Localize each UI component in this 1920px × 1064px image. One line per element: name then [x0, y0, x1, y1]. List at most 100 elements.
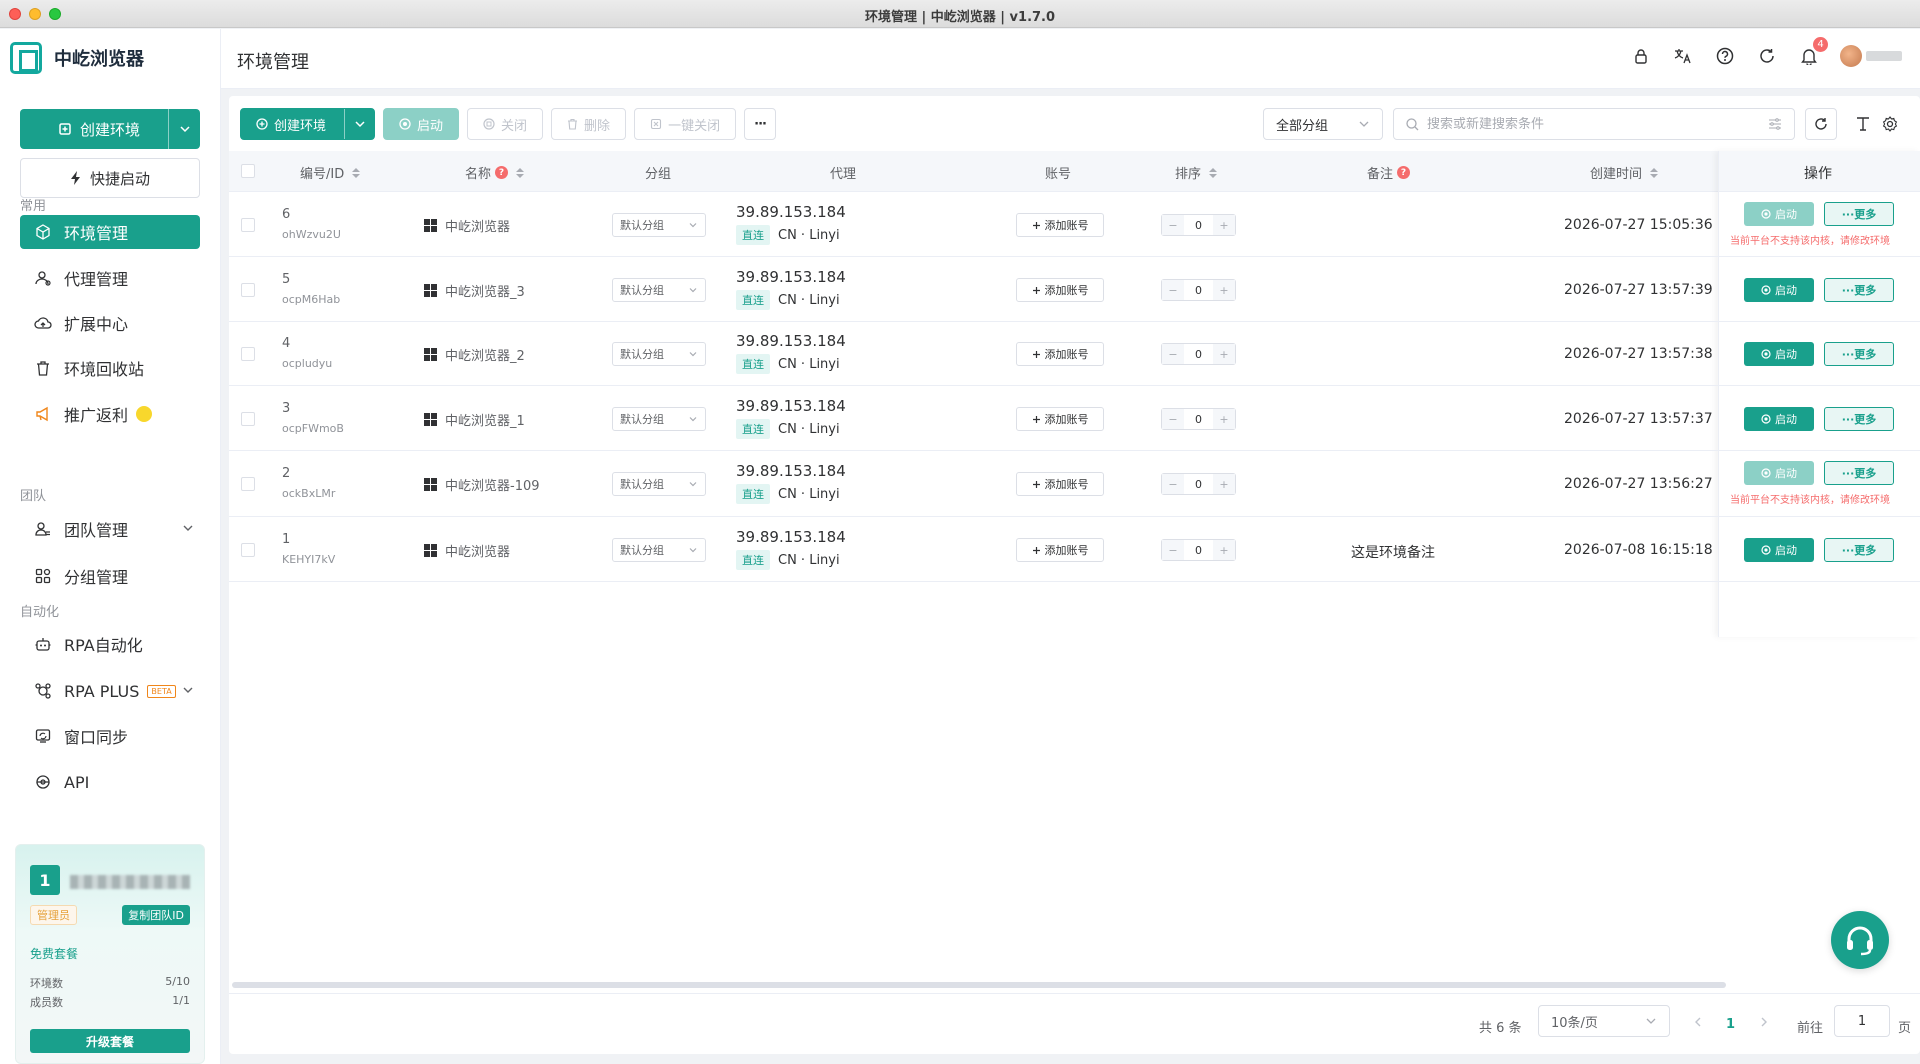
start-env-button[interactable]: 启动 [1744, 538, 1814, 562]
goto-page-input[interactable] [1834, 1005, 1890, 1037]
table-row[interactable]: 2 ockBxLMr 中屹浏览器-109 默认分组 39.89.153.184 直连 CN … [229, 451, 1920, 517]
language-button[interactable] [1672, 45, 1694, 67]
help-button[interactable] [1714, 45, 1736, 67]
env-name-cell[interactable]: 中屹浏览器 [424, 541, 510, 560]
more-actions-button[interactable]: ···更多 [1824, 538, 1894, 562]
toolbar-more-button[interactable]: ··· [744, 108, 777, 140]
order-stepper[interactable]: −0 + [1161, 473, 1236, 495]
row-checkbox[interactable] [241, 412, 255, 426]
more-actions-button[interactable]: ···更多 [1824, 202, 1894, 226]
add-account-button[interactable]: 添加账号 [1016, 538, 1104, 562]
group-select[interactable]: 默认分组 [612, 342, 706, 366]
add-account-button[interactable]: 添加账号 [1016, 278, 1104, 302]
header-id[interactable]: 编号/ID [300, 163, 361, 182]
row-checkbox[interactable] [241, 543, 255, 557]
more-actions-button[interactable]: ···更多 [1824, 407, 1894, 431]
decrement-button[interactable]: − [1162, 474, 1184, 494]
decrement-button[interactable]: − [1162, 215, 1184, 235]
search-box[interactable] [1393, 108, 1795, 140]
upgrade-plan-button[interactable]: 升级套餐 [30, 1029, 190, 1053]
select-all-checkbox[interactable] [241, 164, 255, 178]
increment-button[interactable]: + [1213, 409, 1235, 429]
order-stepper[interactable]: −0 + [1161, 539, 1236, 561]
table-row[interactable]: 5 ocpM6Hab 中屹浏览器_3 默认分组 39.89.153.184 直连 CN · … [229, 257, 1920, 322]
order-value[interactable]: 0 [1184, 344, 1213, 364]
sidebar-item-rpa-plus[interactable]: RPA PLUS BETA [20, 674, 200, 708]
order-value[interactable]: 0 [1184, 540, 1213, 560]
env-name-cell[interactable]: 中屹浏览器 [424, 216, 510, 235]
user-menu[interactable] [1840, 45, 1902, 67]
sidebar-item-group[interactable]: 分组管理 [20, 559, 200, 593]
increment-button[interactable]: + [1213, 215, 1235, 235]
group-select[interactable]: 默认分组 [612, 472, 706, 496]
next-page-button[interactable] [1759, 1016, 1769, 1032]
decrement-button[interactable]: − [1162, 344, 1184, 364]
sidebar-item-window-sync[interactable]: 窗口同步 [20, 719, 200, 753]
create-env-button[interactable]: 创建环境 [240, 108, 376, 140]
table-row[interactable]: 3 ocpFWmoB 中屹浏览器_1 默认分组 39.89.153.184 直连 CN · … [229, 386, 1920, 451]
group-select[interactable]: 默认分组 [612, 213, 706, 237]
decrement-button[interactable]: − [1162, 540, 1184, 560]
row-checkbox[interactable] [241, 477, 255, 491]
help-icon[interactable]: ? [1397, 166, 1411, 179]
order-stepper[interactable]: −0 + [1161, 279, 1236, 301]
filter-settings-icon[interactable] [1768, 118, 1782, 130]
increment-button[interactable]: + [1213, 280, 1235, 300]
add-account-button[interactable]: 添加账号 [1016, 407, 1104, 431]
sidebar-item-api[interactable]: API [20, 765, 200, 799]
order-stepper[interactable]: −0 + [1161, 408, 1236, 430]
help-icon[interactable]: ? [495, 166, 509, 179]
search-input[interactable] [1427, 116, 1760, 132]
quick-start-button[interactable]: 快捷启动 [20, 158, 200, 198]
horizontal-scrollbar[interactable] [232, 982, 1726, 988]
header-order[interactable]: 排序 [1175, 163, 1218, 182]
add-account-button[interactable]: 添加账号 [1016, 472, 1104, 496]
column-settings-button[interactable] [1880, 114, 1900, 134]
sidebar-item-rpa[interactable]: RPA自动化 [20, 627, 200, 661]
increment-button[interactable]: + [1213, 474, 1235, 494]
update-button[interactable] [1756, 45, 1778, 67]
group-filter-select[interactable]: 全部分组 [1263, 108, 1383, 140]
order-stepper[interactable]: −0 + [1161, 214, 1236, 236]
row-checkbox[interactable] [241, 347, 255, 361]
table-row[interactable]: 4 ocpludyu 中屹浏览器_2 默认分组 39.89.153.184 直连 CN · … [229, 322, 1920, 386]
group-select[interactable]: 默认分组 [612, 278, 706, 302]
increment-button[interactable]: + [1213, 540, 1235, 560]
order-stepper[interactable]: −0 + [1161, 343, 1236, 365]
more-actions-button[interactable]: ···更多 [1824, 342, 1894, 366]
more-actions-button[interactable]: ···更多 [1824, 461, 1894, 485]
prev-page-button[interactable] [1693, 1016, 1703, 1032]
copy-team-id-button[interactable]: 复制团队ID [122, 905, 190, 925]
order-value[interactable]: 0 [1184, 474, 1213, 494]
decrement-button[interactable]: − [1162, 280, 1184, 300]
page-size-select[interactable]: 10条/页 [1538, 1005, 1670, 1037]
page-number-current[interactable]: 1 [1726, 1017, 1735, 1032]
close-all-button[interactable]: 一键关闭 [634, 108, 737, 140]
column-height-button[interactable] [1853, 114, 1873, 134]
sidebar-create-env-dropdown[interactable] [168, 109, 200, 149]
batch-close-button[interactable]: 关闭 [467, 108, 544, 140]
sidebar-item-proxy[interactable]: 代理管理 [20, 261, 200, 295]
start-env-button[interactable]: 启动 [1744, 461, 1814, 485]
decrement-button[interactable]: − [1162, 409, 1184, 429]
batch-delete-button[interactable]: 删除 [551, 108, 627, 140]
start-env-button[interactable]: 启动 [1744, 202, 1814, 226]
increment-button[interactable]: + [1213, 344, 1235, 364]
group-select[interactable]: 默认分组 [612, 407, 706, 431]
sidebar-item-promo[interactable]: 推广返利 [20, 397, 200, 431]
table-row[interactable]: 1 KEHYI7kV 中屹浏览器 默认分组 39.89.153.184 直连 CN · Li… [229, 517, 1920, 582]
add-account-button[interactable]: 添加账号 [1016, 342, 1104, 366]
sidebar-item-extensions[interactable]: 扩展中心 [20, 306, 200, 340]
start-env-button[interactable]: 启动 [1744, 278, 1814, 302]
row-checkbox[interactable] [241, 283, 255, 297]
notifications-button[interactable]: 4 [1798, 37, 1828, 67]
env-name-cell[interactable]: 中屹浏览器_2 [424, 345, 525, 364]
env-name-cell[interactable]: 中屹浏览器_3 [424, 281, 525, 300]
start-env-button[interactable]: 启动 [1744, 407, 1814, 431]
env-name-cell[interactable]: 中屹浏览器_1 [424, 410, 525, 429]
start-env-button[interactable]: 启动 [1744, 342, 1814, 366]
header-created[interactable]: 创建时间 [1590, 163, 1659, 182]
order-value[interactable]: 0 [1184, 409, 1213, 429]
header-name[interactable]: 名称? [465, 163, 525, 182]
row-checkbox[interactable] [241, 218, 255, 232]
